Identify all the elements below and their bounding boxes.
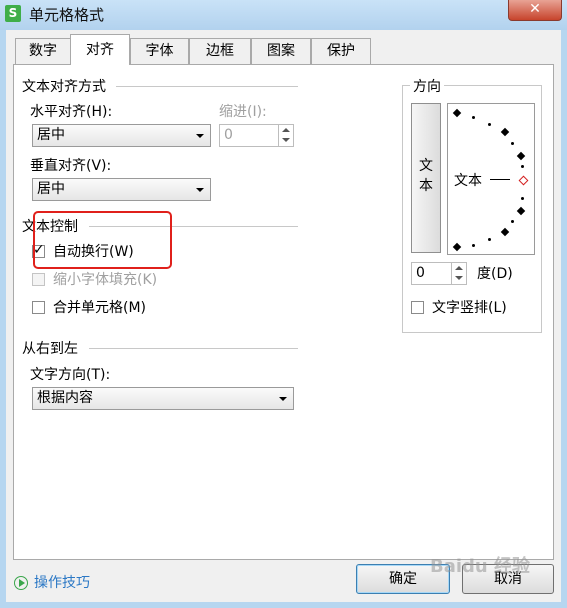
tips-link-label: 操作技巧 [34,575,90,591]
spreadsheet-app-icon: S [5,5,21,22]
indent-stepper-buttons[interactable] [278,125,293,146]
horizontal-align-select[interactable]: 居中 [32,124,211,147]
dial-marker [500,127,510,137]
baidu-watermark: Baidu 经验 [430,556,531,577]
vertical-align-label: 垂直对齐(V): [30,158,112,174]
degree-stepper-buttons[interactable] [451,263,466,284]
horizontal-align-label: 水平对齐(H): [30,104,113,120]
title-bar[interactable]: S 单元格格式 ✕ [0,0,567,30]
dial-text: 文本 [454,173,482,189]
indent-value: 0 [224,127,233,143]
text-direction-label: 文字方向(T): [30,367,111,383]
indent-stepper[interactable]: 0 [219,124,294,147]
dial-tick [472,116,475,119]
tab-alignment[interactable]: 对齐 [70,34,130,65]
arrow-down-icon [455,276,463,280]
dial-marker [516,151,526,161]
dial-marker-top [452,108,462,118]
merge-cells-checkbox[interactable] [32,301,45,314]
text-alignment-section-title: 文本对齐方式 [22,79,106,95]
dial-marker [500,227,510,237]
vertical-align-value: 居中 [37,181,65,197]
dialog-body: 数字 对齐 字体 边框 图案 保护 文本对齐方式 水平对齐(H): 居中 缩进(… [6,30,561,602]
tab-protection[interactable]: 保护 [311,38,371,64]
dial-needle [490,179,510,180]
arrow-down-icon [282,138,290,142]
tab-border[interactable]: 边框 [189,38,251,64]
orientation-dial[interactable]: 文本 [447,103,535,255]
dial-tick [511,142,514,145]
shrink-to-fit-label: 缩小字体填充(K) [53,272,158,288]
dial-tick [488,238,491,241]
tips-link[interactable]: 操作技巧 [14,572,90,592]
vertical-layout-label[interactable]: 文字竖排(L) [432,297,507,317]
shrink-to-fit-checkbox[interactable] [32,273,45,286]
tab-number[interactable]: 数字 [15,38,71,64]
vertical-text-button-label: 文本 [419,158,433,194]
play-circle-icon [14,576,28,590]
close-button[interactable]: ✕ [508,0,562,21]
horizontal-align-value: 居中 [37,127,65,143]
orientation-section-title: 方向 [410,76,444,96]
arrow-up-icon [282,128,290,132]
degree-value: 0 [416,265,425,281]
arrow-up-icon [455,266,463,270]
dial-tick [521,165,524,168]
vertical-layout-checkbox[interactable] [411,301,424,314]
dialog-title: 单元格格式 [29,6,105,24]
text-direction-value: 根据内容 [37,390,93,406]
section-divider [89,348,298,349]
dialog-window: S 单元格格式 ✕ 数字 对齐 字体 边框 图案 保护 文本对齐方式 水平对齐(… [0,0,567,608]
dial-tick [511,220,514,223]
chevron-down-icon [279,397,287,401]
vertical-align-select[interactable]: 居中 [32,178,211,201]
degree-stepper[interactable]: 0 [411,262,467,285]
dial-tick [472,244,475,247]
dial-pointer[interactable] [518,175,529,186]
chevron-down-icon [196,188,204,192]
text-direction-select[interactable]: 根据内容 [32,387,294,410]
dial-marker-bottom [452,242,462,252]
dial-tick [488,123,491,126]
highlight-annotation [33,211,172,269]
dial-tick [521,197,524,200]
chevron-down-icon [196,134,204,138]
alignment-panel: 文本对齐方式 水平对齐(H): 居中 缩进(I): 0 垂直对齐(V): 居中 [13,64,554,560]
rtl-section-title: 从右到左 [22,341,78,357]
dial-marker [516,206,526,216]
merge-cells-label[interactable]: 合并单元格(M) [53,297,146,317]
indent-label: 缩进(I): [219,104,267,120]
degree-label: 度(D) [477,266,513,282]
section-divider [116,86,298,87]
vertical-text-button[interactable]: 文本 [411,103,441,253]
tab-font[interactable]: 字体 [130,38,189,64]
tab-pattern[interactable]: 图案 [251,38,311,64]
